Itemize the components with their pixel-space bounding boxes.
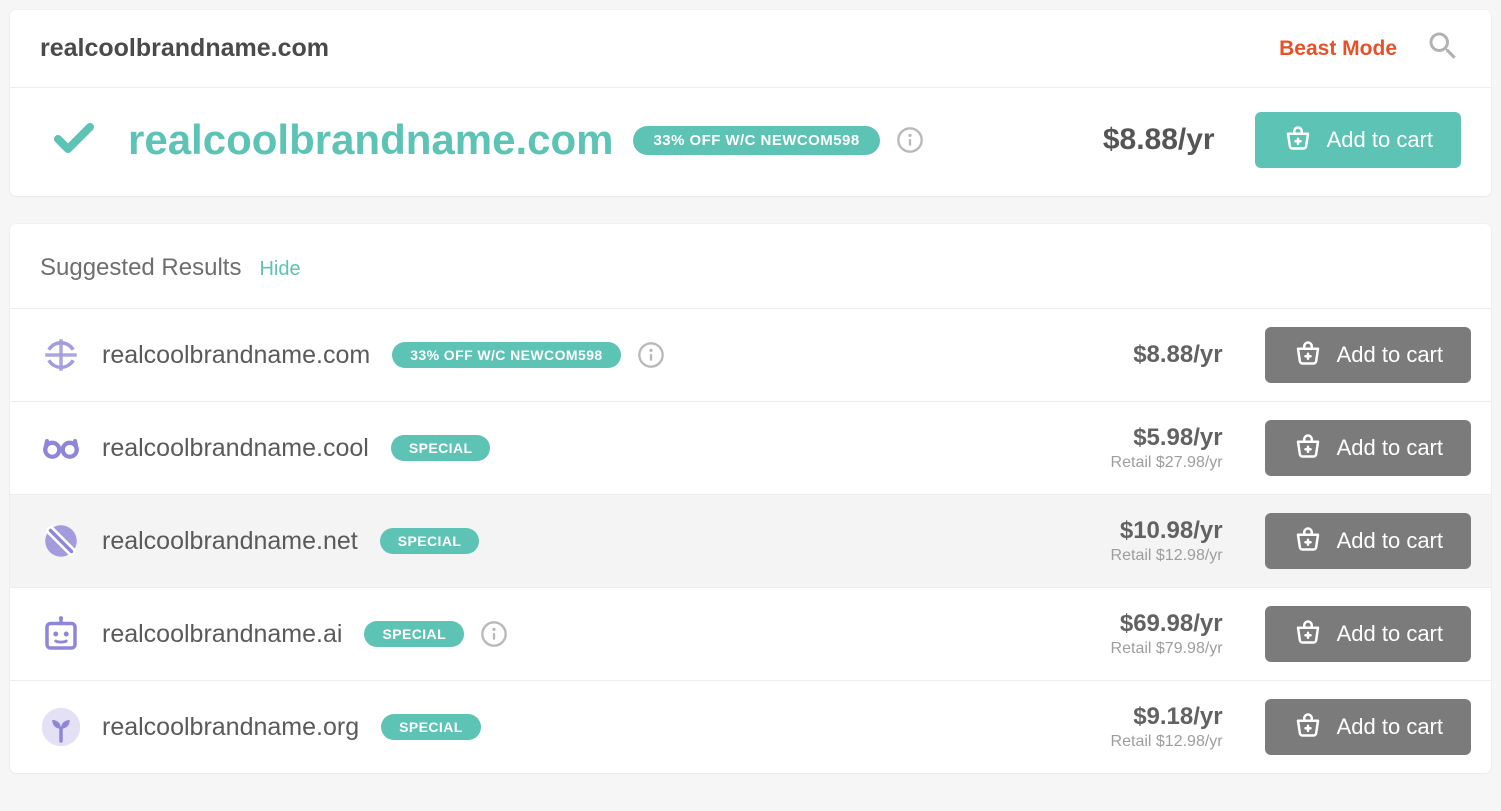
price: $5.98/yr	[1063, 424, 1223, 452]
info-icon[interactable]	[637, 341, 665, 369]
domain-name: realcoolbrandname.cool	[102, 434, 369, 463]
add-to-cart-button[interactable]: Add to cart	[1265, 513, 1471, 569]
retail-price: Retail $12.98/yr	[1063, 733, 1223, 751]
main-result-row: realcoolbrandname.com 33% OFF W/C NEWCOM…	[10, 88, 1491, 196]
main-price: $8.88/yr	[1103, 123, 1215, 157]
price-col: $69.98/yr Retail $79.98/yr	[1063, 610, 1223, 658]
info-icon[interactable]	[896, 126, 924, 154]
suggested-header: Suggested Results Hide	[10, 224, 1491, 309]
price-col: $10.98/yr Retail $12.98/yr	[1063, 517, 1223, 565]
suggested-title: Suggested Results	[40, 254, 241, 282]
badge: SPECIAL	[391, 435, 491, 461]
price-col: $9.18/yr Retail $12.98/yr	[1063, 703, 1223, 751]
search-input[interactable]	[40, 34, 1279, 63]
beast-mode-link[interactable]: Beast Mode	[1279, 37, 1397, 61]
badge: SPECIAL	[380, 528, 480, 554]
sprout-icon	[40, 706, 82, 748]
add-to-cart-button[interactable]: Add to cart	[1265, 699, 1471, 755]
list-item: realcoolbrandname.org SPECIAL $9.18/yr Reta…	[10, 681, 1491, 773]
info-icon[interactable]	[480, 620, 508, 648]
glasses-icon	[40, 427, 82, 469]
domain-name: realcoolbrandname.ai	[102, 620, 342, 649]
search-card: Beast Mode realcoolbrandname.com 33% OFF…	[10, 10, 1491, 196]
cta-label: Add to cart	[1337, 621, 1443, 647]
check-icon	[50, 114, 98, 167]
price-col: $5.98/yr Retail $27.98/yr	[1063, 424, 1223, 472]
price: $9.18/yr	[1063, 703, 1223, 731]
retail-price: Retail $27.98/yr	[1063, 454, 1223, 472]
cta-label: Add to cart	[1337, 714, 1443, 740]
add-to-cart-button[interactable]: Add to cart	[1265, 327, 1471, 383]
suggested-list: realcoolbrandname.com 33% OFF W/C NEWCOM5…	[10, 309, 1491, 773]
domain-name: realcoolbrandname.org	[102, 713, 359, 742]
list-item: realcoolbrandname.com 33% OFF W/C NEWCOM5…	[10, 309, 1491, 402]
cta-label: Add to cart	[1327, 127, 1433, 153]
add-to-cart-button[interactable]: Add to cart	[1265, 606, 1471, 662]
suggested-card: Suggested Results Hide realcoolbrandname…	[10, 224, 1491, 773]
hide-link[interactable]: Hide	[259, 258, 300, 281]
add-to-cart-button[interactable]: Add to cart	[1265, 420, 1471, 476]
add-to-cart-button[interactable]: Add to cart	[1255, 112, 1461, 168]
badge: SPECIAL	[381, 714, 481, 740]
planet-icon	[40, 520, 82, 562]
main-domain: realcoolbrandname.com	[128, 116, 613, 164]
cta-label: Add to cart	[1337, 342, 1443, 368]
badge: 33% OFF W/C NEWCOM598	[392, 342, 620, 368]
search-bar: Beast Mode	[10, 10, 1491, 88]
badge: SPECIAL	[364, 621, 464, 647]
list-item: realcoolbrandname.net SPECIAL $10.98/yr Ret…	[10, 495, 1491, 588]
price: $10.98/yr	[1063, 517, 1223, 545]
retail-price: Retail $12.98/yr	[1063, 547, 1223, 565]
domain-name: realcoolbrandname.com	[102, 341, 370, 370]
price: $69.98/yr	[1063, 610, 1223, 638]
list-item: realcoolbrandname.cool SPECIAL $5.98/yr Ret…	[10, 402, 1491, 495]
list-item: realcoolbrandname.ai SPECIAL $69.98/yr Reta…	[10, 588, 1491, 681]
retail-price: Retail $79.98/yr	[1063, 640, 1223, 658]
cta-label: Add to cart	[1337, 435, 1443, 461]
domain-name: realcoolbrandname.net	[102, 527, 358, 556]
cta-label: Add to cart	[1337, 528, 1443, 554]
globe-icon	[40, 334, 82, 376]
search-icon[interactable]	[1425, 28, 1461, 69]
price-col: $8.88/yr	[1063, 341, 1223, 369]
promo-badge: 33% OFF W/C NEWCOM598	[633, 126, 879, 155]
price: $8.88/yr	[1063, 341, 1223, 369]
robot-icon	[40, 613, 82, 655]
